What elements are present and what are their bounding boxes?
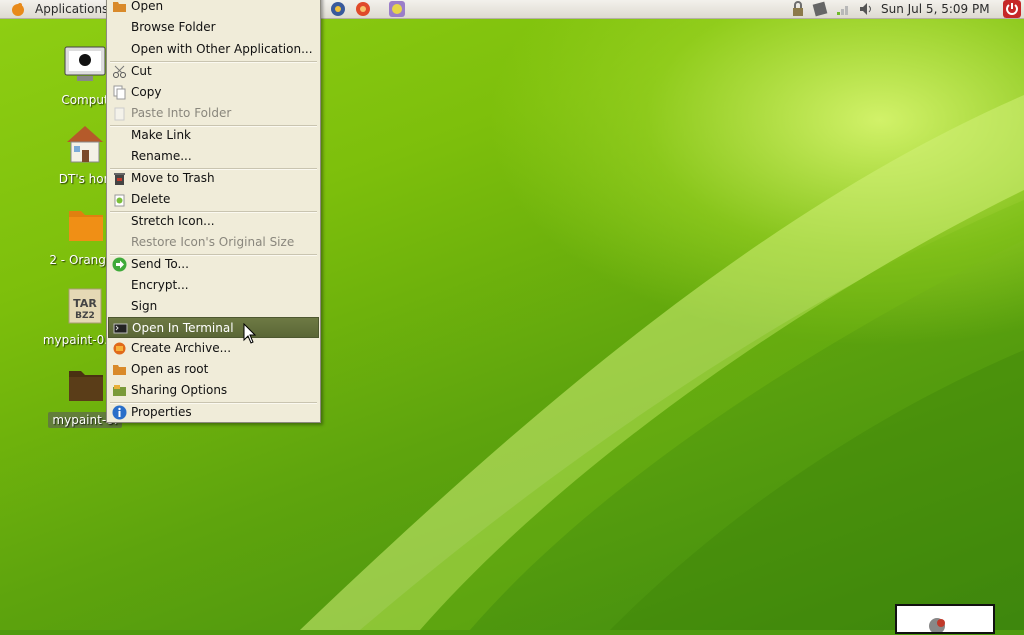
menu-item-label: Open with Other Application... [131, 42, 313, 56]
menu-item-open[interactable]: Open [108, 0, 319, 17]
thumbnail-icon [929, 618, 945, 634]
menu-item-open-in-terminal[interactable]: Open In Terminal [108, 317, 319, 338]
menu-item-delete[interactable]: Delete [108, 189, 319, 210]
scissors-icon [113, 65, 126, 78]
menu-item-copy[interactable]: Copy [108, 82, 319, 103]
desktop-icon-label: Comput [61, 93, 109, 107]
menu-item-label: Move to Trash [131, 171, 215, 185]
info-icon [112, 405, 127, 420]
volume-icon[interactable] [858, 1, 874, 17]
network-icon[interactable] [812, 1, 828, 17]
tar-label: TAR [73, 297, 97, 310]
menu-item-rename[interactable]: Rename... [108, 146, 319, 167]
menu-item-browse-folder[interactable]: Browse Folder [108, 17, 319, 38]
menu-item-create-archive[interactable]: Create Archive... [108, 338, 319, 359]
menu-item-properties[interactable]: Properties [108, 402, 319, 423]
pidgin-icon[interactable] [388, 0, 406, 18]
menu-item-cut[interactable]: Cut [108, 61, 319, 82]
menu-item-make-link[interactable]: Make Link [108, 125, 319, 146]
home-icon [67, 126, 103, 163]
computer-icon [64, 46, 106, 81]
terminal-icon [113, 323, 128, 334]
folder-icon [113, 2, 126, 12]
menu-item-label: Properties [131, 405, 192, 419]
menu-item-restore-icon-size[interactable]: Restore Icon's Original Size [108, 232, 319, 253]
app-launcher-icon[interactable] [355, 1, 371, 17]
menu-item-label: Encrypt... [131, 278, 189, 292]
bz2-label: BZ2 [75, 311, 95, 321]
clock[interactable]: Sun Jul 5, 5:09 PM [881, 0, 990, 18]
menu-item-label: Open [131, 0, 164, 13]
mouse-pointer-icon [243, 323, 257, 344]
menu-item-label: Cut [131, 64, 152, 78]
menu-item-label: Stretch Icon... [131, 214, 215, 228]
menu-item-label: Browse Folder [131, 20, 216, 34]
menu-item-label: Open In Terminal [132, 321, 234, 335]
menu-item-open-as-root[interactable]: Open as root [108, 359, 319, 380]
paste-icon [114, 107, 125, 121]
menu-item-open-with-other[interactable]: Open with Other Application... [108, 39, 319, 60]
menu-item-label: Make Link [131, 128, 191, 142]
send-icon [112, 257, 127, 272]
menu-item-label: Delete [131, 192, 171, 206]
menu-item-label: Rename... [131, 149, 192, 163]
menu-item-paste-into-folder[interactable]: Paste Into Folder [108, 103, 319, 124]
menu-item-label: Paste Into Folder [131, 106, 232, 120]
tar-archive-icon: TAR BZ2 [68, 288, 102, 324]
folder-root-icon [113, 365, 126, 375]
applications-menu[interactable]: Applications [35, 0, 108, 18]
context-menu: Open Browse Folder Open with Other Appli… [106, 0, 321, 423]
power-icon[interactable] [1003, 0, 1021, 18]
menu-item-label: Open as root [131, 362, 209, 376]
copy-icon [113, 85, 126, 100]
menu-item-label: Copy [131, 85, 162, 99]
orange-folder-icon [69, 211, 103, 241]
menu-item-label: Sharing Options [131, 383, 228, 397]
lock-icon[interactable] [790, 1, 806, 17]
menu-item-stretch-icon[interactable]: Stretch Icon... [108, 211, 319, 232]
wifi-icon[interactable] [835, 1, 851, 17]
menu-item-label: Create Archive... [131, 341, 232, 355]
menu-item-label: Sign [131, 299, 158, 313]
sharing-icon [113, 385, 126, 396]
menu-item-move-to-trash[interactable]: Move to Trash [108, 168, 319, 189]
menu-item-label: Send To... [131, 257, 189, 271]
menu-item-label: Restore Icon's Original Size [131, 235, 295, 249]
gnome-foot-icon[interactable] [10, 1, 26, 17]
firefox-icon[interactable] [330, 1, 346, 17]
trash-icon [114, 173, 125, 185]
menu-item-sharing-options[interactable]: Sharing Options [108, 380, 319, 401]
brown-folder-icon [69, 371, 103, 401]
menu-item-sign[interactable]: Sign [108, 296, 319, 317]
menu-item-send-to[interactable]: Send To... [108, 254, 319, 275]
delete-icon [114, 194, 125, 207]
menu-item-encrypt[interactable]: Encrypt... [108, 275, 319, 296]
archive-icon [113, 342, 126, 355]
